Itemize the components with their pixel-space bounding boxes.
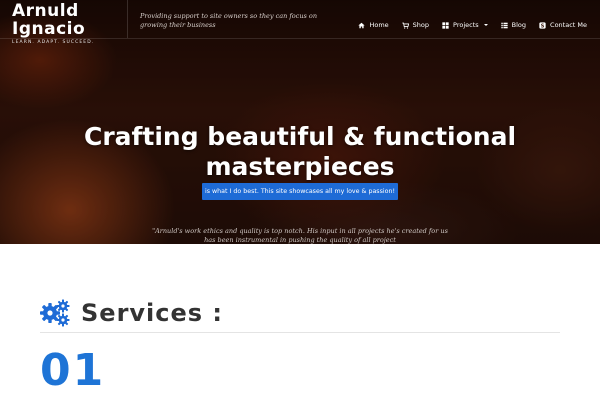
nav-item-contact[interactable]: S Contact Me [539, 21, 587, 29]
nav-item-label: Home [369, 21, 389, 29]
svg-text:S: S [541, 23, 545, 29]
site-description: Providing support to site owners so they… [140, 12, 318, 29]
cart-icon [402, 22, 409, 29]
skype-icon: S [539, 21, 546, 29]
brand-name[interactable]: Arnuld Ignacio [12, 2, 102, 38]
grid-icon [442, 21, 449, 29]
nav-item-label: Shop [412, 21, 430, 29]
nav-item-shop[interactable]: Shop [402, 21, 429, 29]
hero-cta-button[interactable]: is what I do best. This site showcases a… [202, 183, 398, 200]
hero-banner: Arnuld Ignacio LEARN. ADAPT. SUCCEED. Pr… [0, 0, 600, 244]
nav-item-blog[interactable]: Blog [501, 21, 526, 29]
services-divider [40, 332, 560, 333]
gears-icon [40, 299, 70, 327]
service-number: 01 [40, 345, 106, 396]
chevron-down-icon [483, 24, 488, 26]
header-divider [127, 0, 128, 38]
header-bottom-rule [0, 38, 600, 39]
brand-tagline: LEARN. ADAPT. SUCCEED. [12, 40, 95, 45]
nav-item-home[interactable]: Home [358, 21, 389, 29]
nav-item-projects[interactable]: Projects [442, 21, 488, 29]
hero-title: Crafting beautiful & functional masterpi… [83, 122, 517, 181]
testimonial-quote: "Arnuld's work ethics and quality is top… [152, 227, 448, 244]
services-heading: Services : [81, 299, 224, 327]
home-icon [358, 22, 366, 28]
main-nav: Home Shop Projects Blog S Contact Me [358, 21, 587, 29]
nav-item-label: Contact Me [550, 21, 587, 29]
nav-item-label: Blog [511, 21, 527, 29]
nav-item-label: Projects [453, 21, 479, 29]
list-icon [501, 22, 508, 28]
